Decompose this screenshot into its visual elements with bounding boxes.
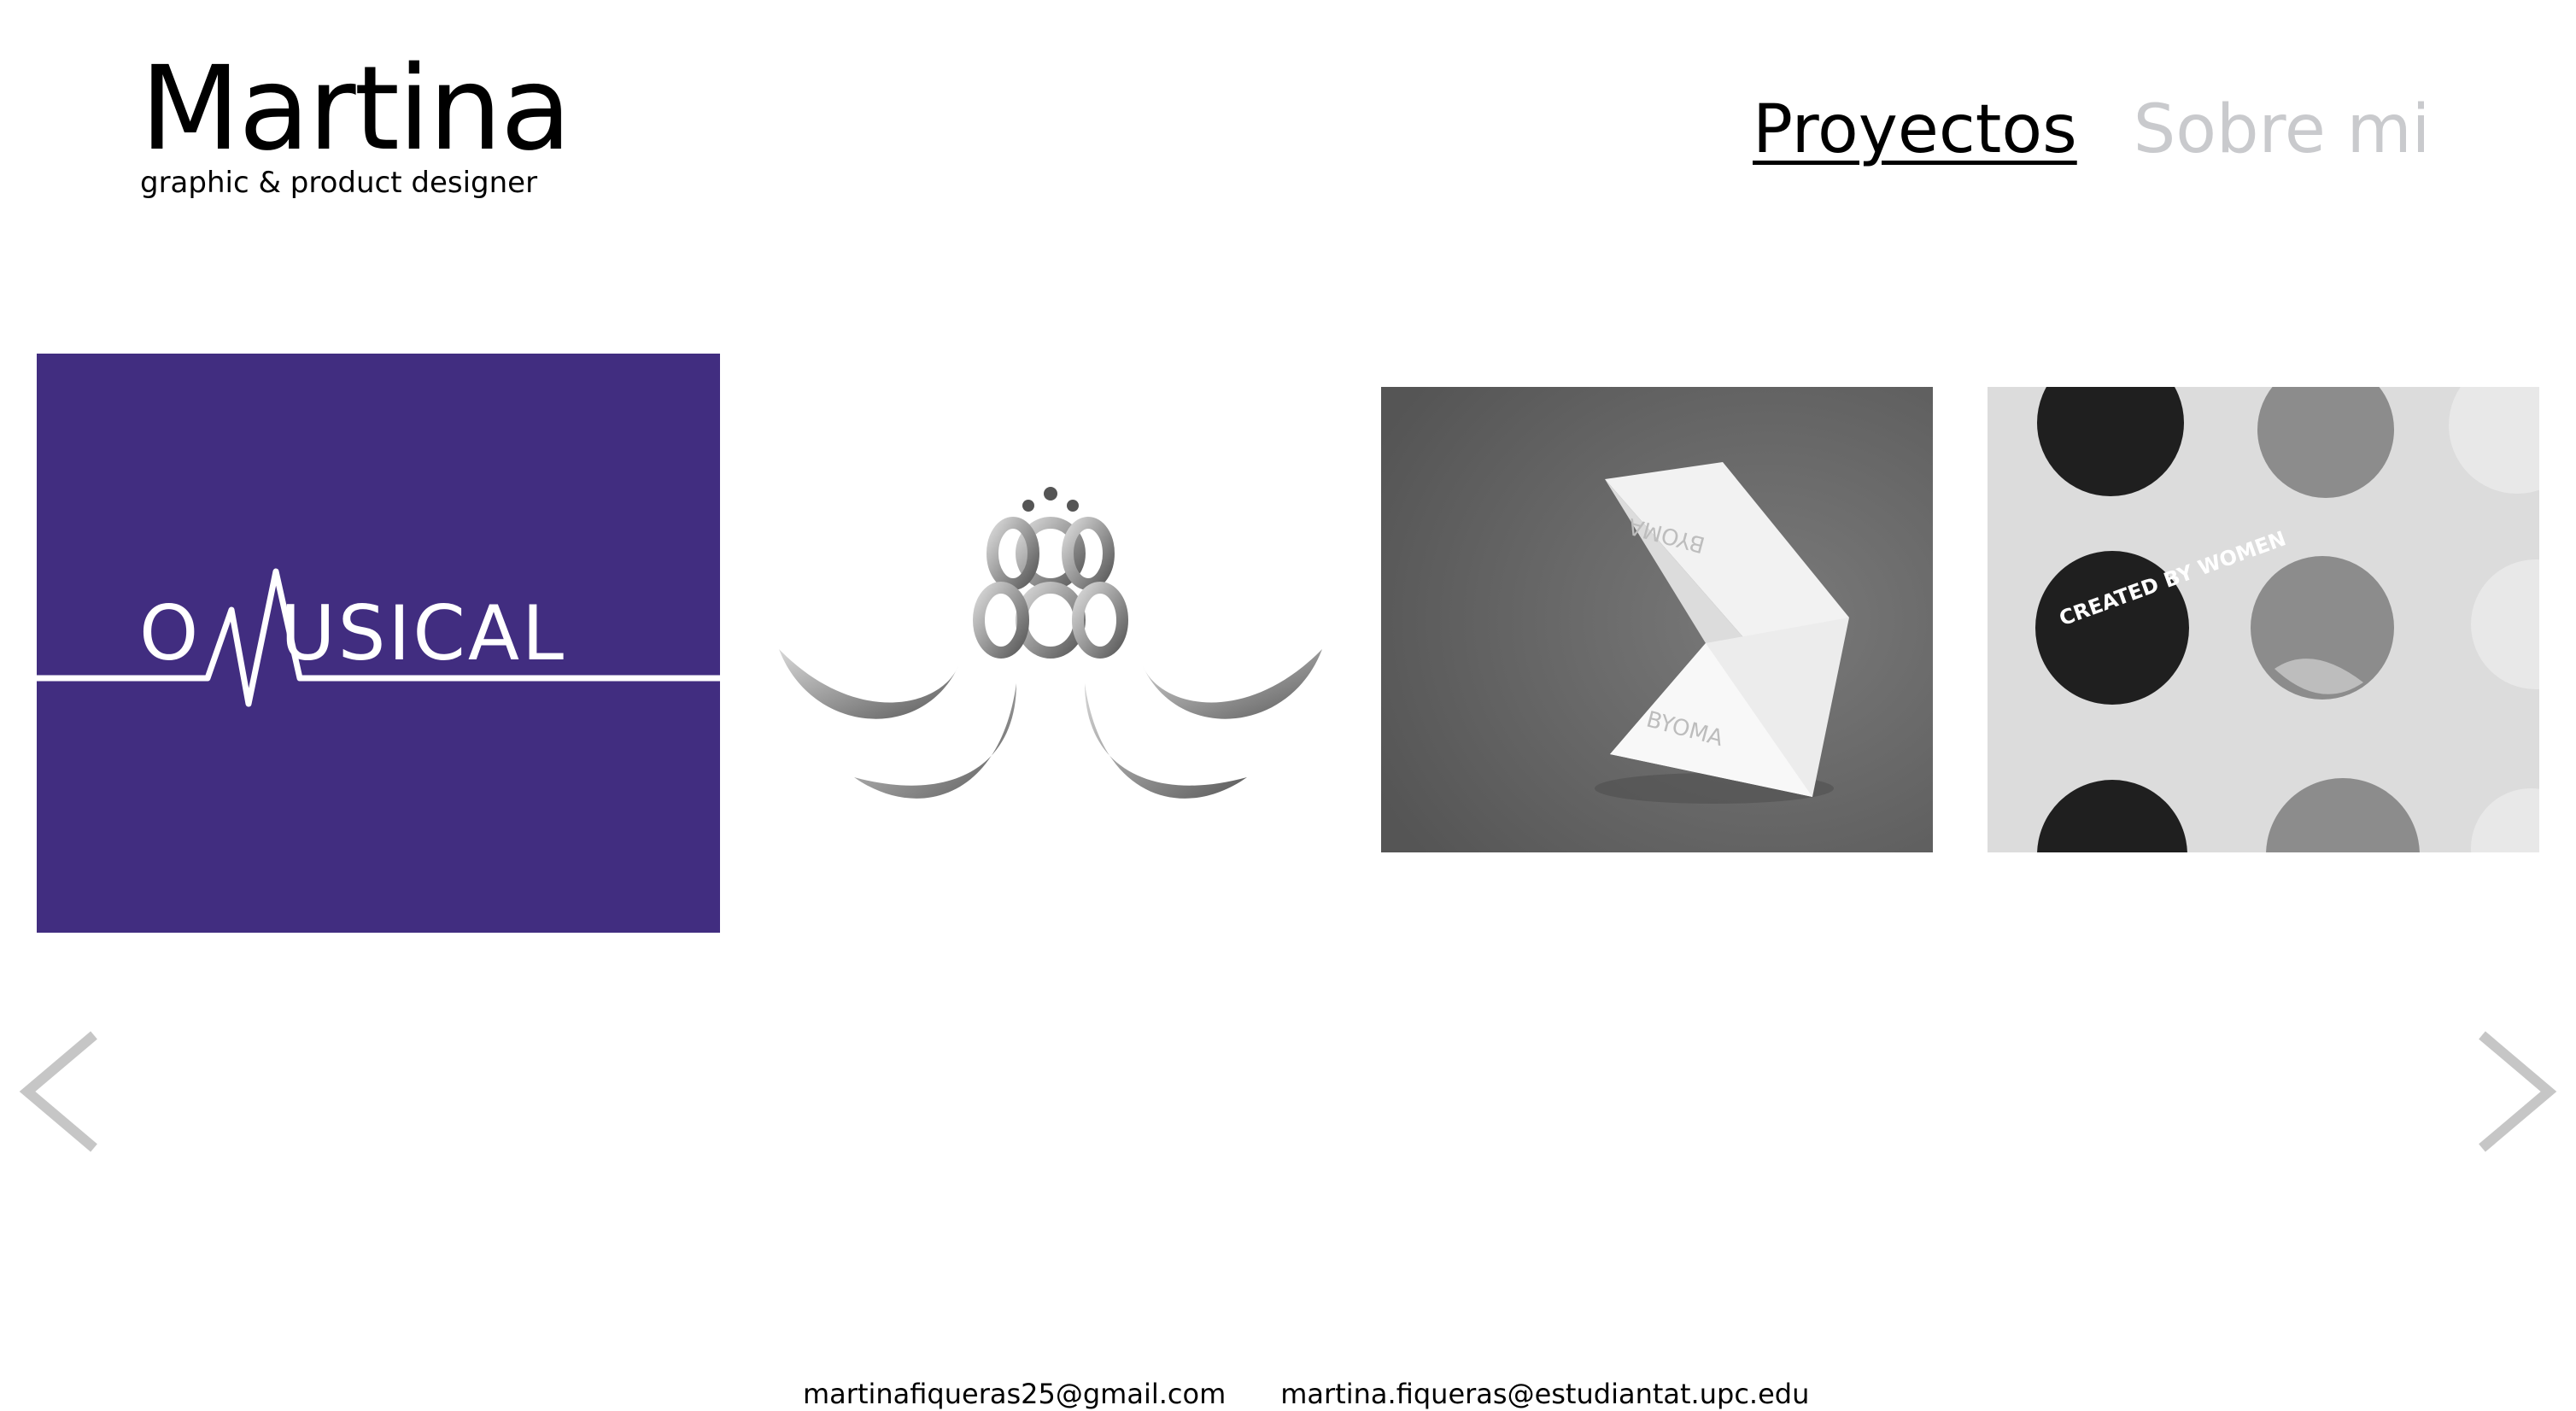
project-card-byoma-logo[interactable] bbox=[777, 478, 1324, 820]
footer-email-gmail[interactable]: martinafiqueras25@gmail.com bbox=[803, 1377, 1226, 1411]
byoma-emblem bbox=[779, 487, 1322, 799]
nav-link-proyectos[interactable]: Proyectos bbox=[1753, 89, 2077, 171]
site-logo[interactable]: Martina graphic & product designer bbox=[140, 42, 571, 200]
logo-subtitle: graphic & product designer bbox=[140, 166, 538, 200]
footer-contacts: martinafiqueras25@gmail.com martina.fiqu… bbox=[803, 1377, 1809, 1411]
project-card-stickers[interactable]: CREATED BY WOMEN bbox=[1988, 387, 2539, 852]
nav-link-sobre-mi[interactable]: Sobre mi bbox=[2134, 89, 2431, 171]
chevron-right-icon[interactable] bbox=[2475, 1025, 2561, 1162]
stickers-photo: CREATED BY WOMEN bbox=[1988, 387, 2539, 852]
logo-title: Martina bbox=[140, 42, 571, 177]
byoma-product-render: BYOMA BYOMA bbox=[1381, 387, 1933, 852]
footer-email-upc[interactable]: martina.fiqueras@estudiantat.upc.edu bbox=[1280, 1377, 1809, 1411]
main-nav: Proyectos Sobre mi bbox=[1753, 89, 2430, 171]
onmusical-logo-text: O USICAL bbox=[139, 589, 567, 677]
project-card-onmusical[interactable]: O USICAL bbox=[37, 354, 720, 933]
chevron-left-icon[interactable] bbox=[15, 1025, 101, 1162]
project-card-byoma-product[interactable]: BYOMA BYOMA bbox=[1381, 387, 1933, 852]
